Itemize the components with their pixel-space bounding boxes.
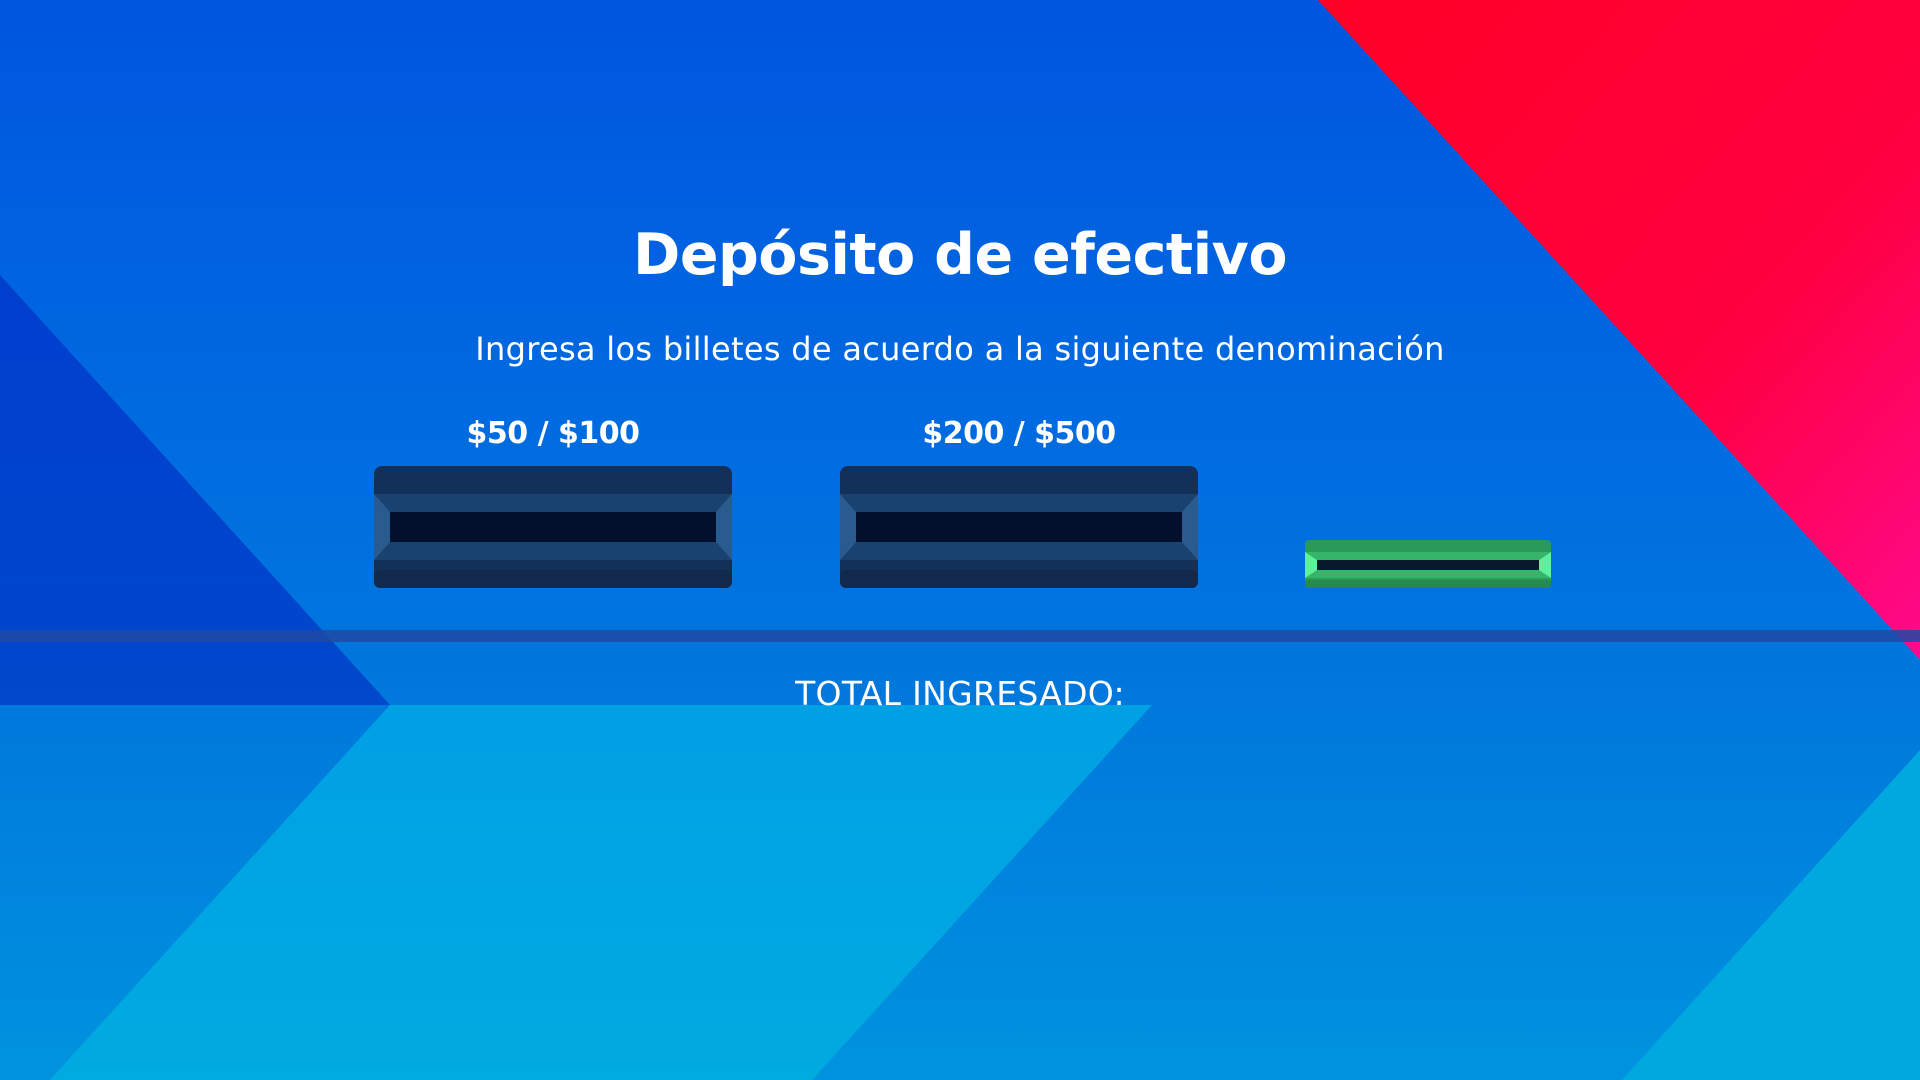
total-deposited-label: TOTAL INGRESADO: (795, 674, 1125, 713)
atm-deposit-screen: Depósito de efectivo Ingresa los billete… (0, 0, 1920, 1080)
slot-label-200-500: $200 / $500 (922, 416, 1116, 451)
bill-slot-icon (840, 466, 1198, 588)
page-subtitle: Ingresa los billetes de acuerdo a la sig… (475, 330, 1445, 368)
light-band-left (50, 705, 1152, 1080)
coin-slot-icon (1305, 540, 1551, 588)
light-band-right (1622, 750, 1920, 1080)
bill-slot-icon (374, 466, 732, 588)
slot-label-50-100: $50 / $100 (466, 416, 640, 451)
divider-line (0, 630, 1920, 642)
page-title: Depósito de efectivo (633, 222, 1287, 288)
